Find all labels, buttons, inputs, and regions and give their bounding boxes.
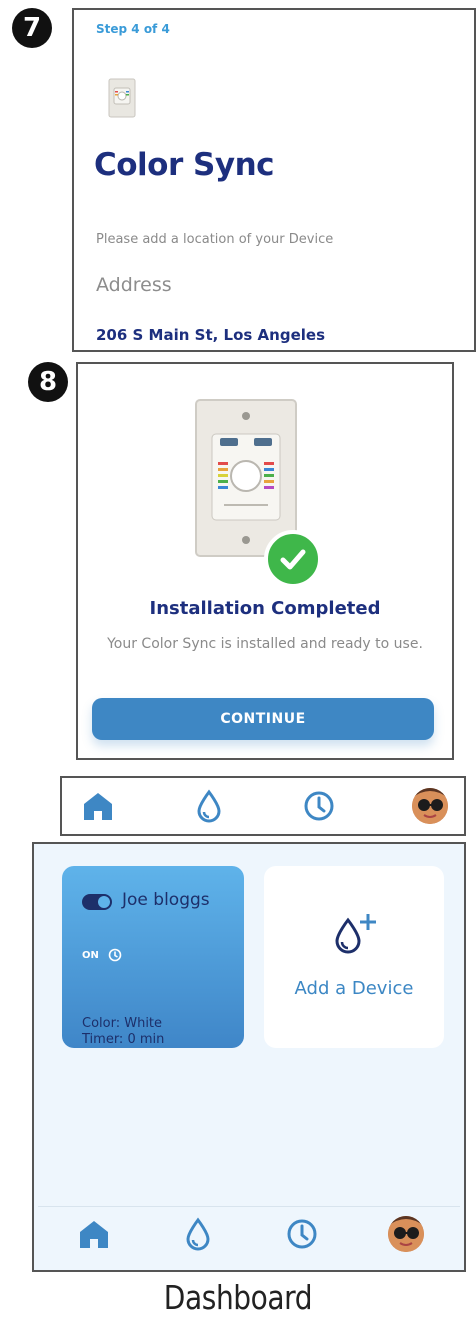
- device-name: Joe bloggs: [122, 890, 210, 910]
- home-icon: [84, 793, 112, 820]
- add-device-button[interactable]: Add a Device: [264, 866, 444, 1048]
- dashboard-bottom-nav: [34, 1214, 464, 1254]
- device-color: Color: White: [82, 1016, 163, 1031]
- home-icon: [80, 1221, 108, 1248]
- device-timer: Timer: 0 min: [82, 1032, 165, 1047]
- clock-icon: [304, 791, 334, 821]
- device-status: ON: [82, 950, 99, 961]
- completion-message: Your Color Sync is installed and ready t…: [107, 636, 423, 652]
- address-step-panel: Step 4 of 4 Color Sync Please add a loca…: [72, 8, 476, 352]
- address-label: Address: [96, 274, 172, 296]
- timer-icon: [108, 948, 122, 962]
- nav-profile-button[interactable]: [386, 1214, 426, 1254]
- step-8-badge: 8: [28, 362, 68, 402]
- device-card[interactable]: Joe bloggs ON Color: White Timer: 0 min: [62, 866, 244, 1048]
- drop-icon: [186, 1217, 210, 1251]
- avatar: [411, 788, 448, 824]
- dashboard-caption: Dashboard: [163, 1278, 313, 1317]
- color-sync-device-icon: [108, 78, 136, 118]
- step-7-badge: 7: [12, 8, 52, 48]
- add-drop-icon: [335, 914, 376, 954]
- completion-title: Installation Completed: [149, 598, 381, 619]
- bottom-nav-preview: [60, 776, 466, 836]
- continue-button[interactable]: CONTINUE: [92, 698, 434, 740]
- success-check-icon: [264, 530, 322, 588]
- dashboard-panel: Joe bloggs ON Color: White Timer: 0 min …: [32, 842, 466, 1272]
- nav-home-button[interactable]: [74, 1214, 114, 1254]
- avatar: [388, 1216, 424, 1252]
- nav-devices-button[interactable]: [178, 1214, 218, 1254]
- bottom-nav: [62, 786, 464, 826]
- nav-home-button[interactable]: [78, 786, 118, 826]
- nav-devices-button[interactable]: [189, 786, 229, 826]
- location-instruction: Please add a location of your Device: [96, 232, 334, 247]
- nav-divider: [38, 1206, 460, 1207]
- step-indicator: Step 4 of 4: [96, 22, 170, 36]
- nav-timer-button[interactable]: [299, 786, 339, 826]
- nav-timer-button[interactable]: [282, 1214, 322, 1254]
- add-device-label: Add a Device: [294, 978, 414, 999]
- address-field[interactable]: 206 S Main St, Los Angeles: [96, 326, 325, 344]
- installation-complete-panel: Installation Completed Your Color Sync i…: [76, 362, 454, 760]
- nav-profile-button[interactable]: [410, 786, 450, 826]
- clock-icon: [287, 1219, 317, 1249]
- page-title: Color Sync: [94, 147, 275, 183]
- drop-icon: [197, 789, 221, 823]
- device-toggle-icon[interactable]: [82, 894, 112, 910]
